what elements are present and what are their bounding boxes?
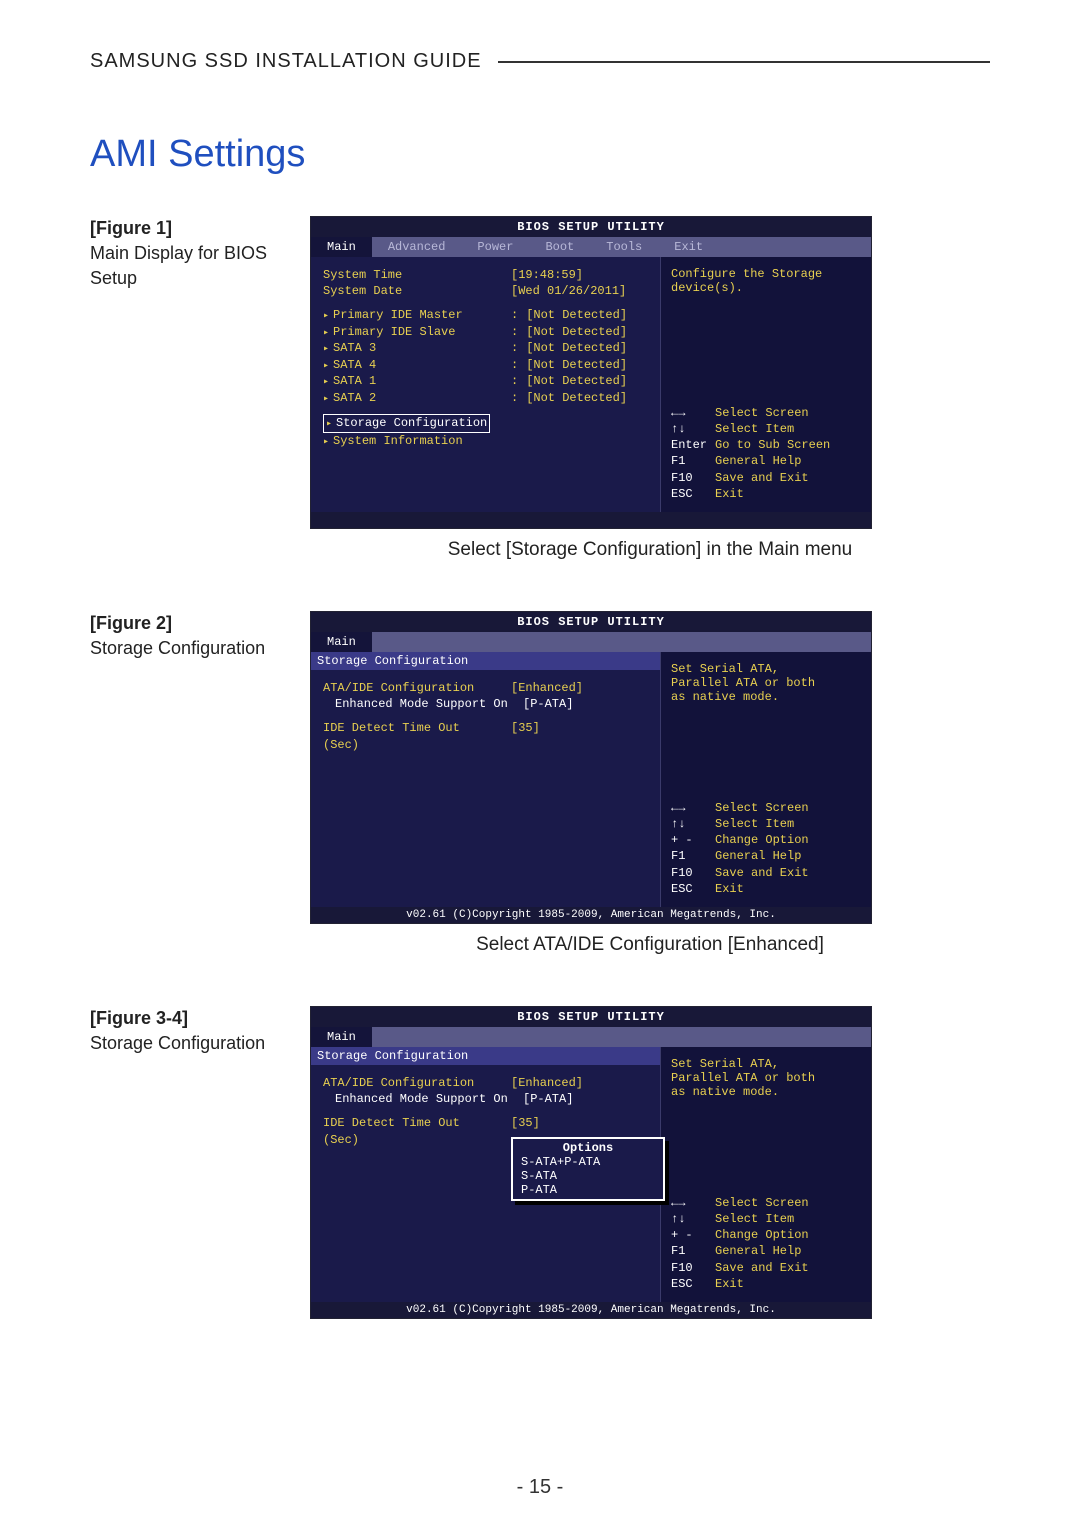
page-header: SAMSUNG SSD INSTALLATION GUIDE	[90, 50, 990, 73]
bios-panel-2: BIOS SETUP UTILITY Main Storage Configur…	[310, 611, 872, 924]
options-title: Options	[513, 1141, 663, 1155]
figure-2-desc: Storage Configuration	[90, 636, 280, 661]
option-item[interactable]: S-ATA	[513, 1169, 663, 1183]
option-item[interactable]: P-ATA	[513, 1183, 663, 1197]
tab-tools[interactable]: Tools	[590, 237, 658, 257]
tab-exit[interactable]: Exit	[658, 237, 719, 257]
row-value[interactable]: [35]	[511, 720, 540, 752]
row-label[interactable]: SATA 4	[323, 357, 503, 374]
row-label[interactable]: SATA 2	[323, 390, 503, 407]
options-popup[interactable]: Options S-ATA+P-ATA S-ATA P-ATA	[511, 1137, 665, 1201]
bios-panel-1: BIOS SETUP UTILITY Main Advanced Power B…	[310, 216, 872, 529]
bios-title: BIOS SETUP UTILITY	[311, 612, 871, 632]
figure-1-desc: Main Display for BIOS Setup	[90, 241, 280, 291]
help-keys: ←→Select Screen ↑↓Select Item EnterGo to…	[671, 405, 861, 502]
section-title: AMI Settings	[90, 133, 990, 176]
figure-1-content: BIOS SETUP UTILITY Main Advanced Power B…	[310, 216, 990, 561]
header-title: SAMSUNG SSD INSTALLATION GUIDE	[90, 50, 482, 73]
figure-2-label: [Figure 2] Storage Configuration	[90, 611, 280, 661]
figure-1-number: [Figure 1]	[90, 216, 280, 241]
row-value[interactable]: [Wed 01/26/2011]	[511, 283, 626, 299]
row-label[interactable]: IDE Detect Time Out (Sec)	[323, 720, 503, 752]
bios-left-pane: System Time [19:48:59] System Date [Wed 01…	[311, 257, 660, 512]
row-label[interactable]: ATA/IDE Configuration	[323, 680, 503, 696]
figure-1-caption: Select [Storage Configuration] in the Ma…	[310, 539, 990, 561]
bios-left-pane: Storage Configuration ATA/IDE Configurat…	[311, 652, 660, 907]
row-value: [Not Detected]	[526, 357, 627, 374]
figure-1-block: [Figure 1] Main Display for BIOS Setup B…	[90, 216, 990, 561]
help-top: Set Serial ATA, Parallel ATA or both as …	[671, 662, 861, 704]
row-value: [Not Detected]	[526, 390, 627, 407]
figure-2-block: [Figure 2] Storage Configuration BIOS SE…	[90, 611, 990, 956]
help-top: Configure the Storage device(s).	[671, 267, 861, 295]
row-storage-config[interactable]: Storage Configuration	[323, 414, 490, 433]
figure-2-number: [Figure 2]	[90, 611, 280, 636]
bios-right-pane: Set Serial ATA, Parallel ATA or both as …	[660, 652, 871, 907]
figure-2-caption: Select ATA/IDE Configuration [Enhanced]	[310, 934, 990, 956]
figure-3-label: [Figure 3-4] Storage Configuration	[90, 1006, 280, 1056]
help-keys: ←→Select Screen ↑↓Select Item + -Change …	[671, 1195, 861, 1292]
tab-main[interactable]: Main	[311, 632, 372, 652]
row-label[interactable]: ATA/IDE Configuration	[323, 1075, 503, 1091]
row-value[interactable]: [19:48:59]	[511, 267, 583, 283]
bios-panel-3: BIOS SETUP UTILITY Main Storage Configur…	[310, 1006, 872, 1319]
tab-boot[interactable]: Boot	[529, 237, 590, 257]
figure-1-label: [Figure 1] Main Display for BIOS Setup	[90, 216, 280, 292]
figure-2-content: BIOS SETUP UTILITY Main Storage Configur…	[310, 611, 990, 956]
tab-power[interactable]: Power	[461, 237, 529, 257]
page-number: - 15 -	[0, 1476, 1080, 1499]
bios-footer	[311, 512, 871, 528]
figure-3-content: BIOS SETUP UTILITY Main Storage Configur…	[310, 1006, 990, 1319]
row-label[interactable]: SATA 1	[323, 373, 503, 390]
bios-footer: v02.61 (C)Copyright 1985-2009, American …	[311, 907, 871, 923]
bios-tabs: Main	[311, 632, 871, 652]
row-value: [Not Detected]	[526, 373, 627, 390]
row-label[interactable]: IDE Detect Time Out (Sec)	[323, 1115, 503, 1147]
row-value: [Not Detected]	[526, 307, 627, 324]
help-keys: ←→Select Screen ↑↓Select Item + -Change …	[671, 800, 861, 897]
tab-advanced[interactable]: Advanced	[372, 237, 462, 257]
row-label[interactable]: SATA 3	[323, 340, 503, 357]
figure-3-number: [Figure 3-4]	[90, 1006, 280, 1031]
row-label: System Date	[323, 283, 503, 299]
help-top: Set Serial ATA, Parallel ATA or both as …	[671, 1057, 861, 1099]
row-value[interactable]: [Enhanced]	[511, 680, 583, 696]
bios-left-pane: Storage Configuration ATA/IDE Configurat…	[311, 1047, 660, 1302]
row-label: System Time	[323, 267, 503, 283]
row-value[interactable]: [P-ATA]	[523, 1091, 573, 1107]
bios-tabs: Main Advanced Power Boot Tools Exit	[311, 237, 871, 257]
bios-right-pane: Configure the Storage device(s). ←→Selec…	[660, 257, 871, 512]
row-value[interactable]: [P-ATA]	[523, 696, 573, 712]
row-label[interactable]: Primary IDE Master	[323, 307, 503, 324]
document-page: SAMSUNG SSD INSTALLATION GUIDE AMI Setti…	[0, 0, 1080, 1527]
row-system-info[interactable]: System Information	[323, 433, 463, 450]
bios-title: BIOS SETUP UTILITY	[311, 1007, 871, 1027]
panel-subtitle: Storage Configuration	[311, 652, 660, 670]
row-value: [Not Detected]	[526, 340, 627, 357]
row-label-selected[interactable]: Enhanced Mode Support On	[323, 696, 515, 712]
tab-main[interactable]: Main	[311, 237, 372, 257]
bios-tabs: Main	[311, 1027, 871, 1047]
option-item[interactable]: S-ATA+P-ATA	[513, 1155, 663, 1169]
row-label-selected[interactable]: Enhanced Mode Support On	[323, 1091, 515, 1107]
row-value: [Not Detected]	[526, 324, 627, 341]
tab-main[interactable]: Main	[311, 1027, 372, 1047]
bios-right-pane: Set Serial ATA, Parallel ATA or both as …	[660, 1047, 871, 1302]
header-rule	[498, 61, 990, 63]
panel-subtitle: Storage Configuration	[311, 1047, 660, 1065]
figure-3-block: [Figure 3-4] Storage Configuration BIOS …	[90, 1006, 990, 1319]
figure-3-desc: Storage Configuration	[90, 1031, 280, 1056]
bios-title: BIOS SETUP UTILITY	[311, 217, 871, 237]
row-value[interactable]: [Enhanced]	[511, 1075, 583, 1091]
row-label[interactable]: Primary IDE Slave	[323, 324, 503, 341]
bios-footer: v02.61 (C)Copyright 1985-2009, American …	[311, 1302, 871, 1318]
